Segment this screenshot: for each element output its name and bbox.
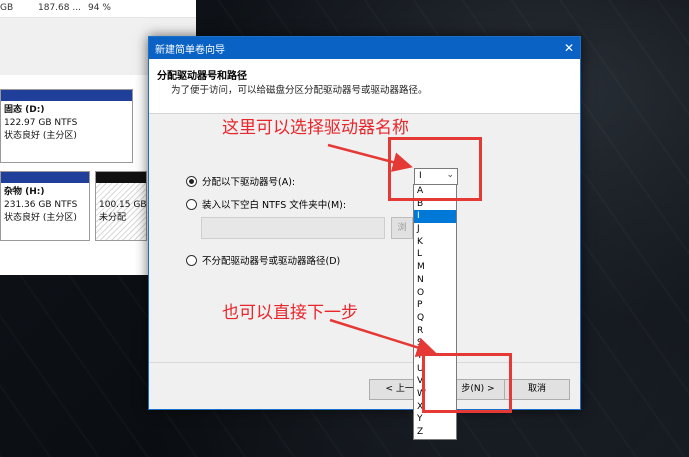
highlight-letter-select	[388, 137, 482, 201]
highlight-next-button	[422, 353, 512, 413]
arrow-to-next-button	[329, 318, 437, 358]
annotation-arrows	[327, 143, 437, 358]
annotation-next-step: 也可以直接下一步	[222, 303, 358, 323]
annotation-select-drive: 这里可以选择驱动器名称	[222, 118, 409, 138]
